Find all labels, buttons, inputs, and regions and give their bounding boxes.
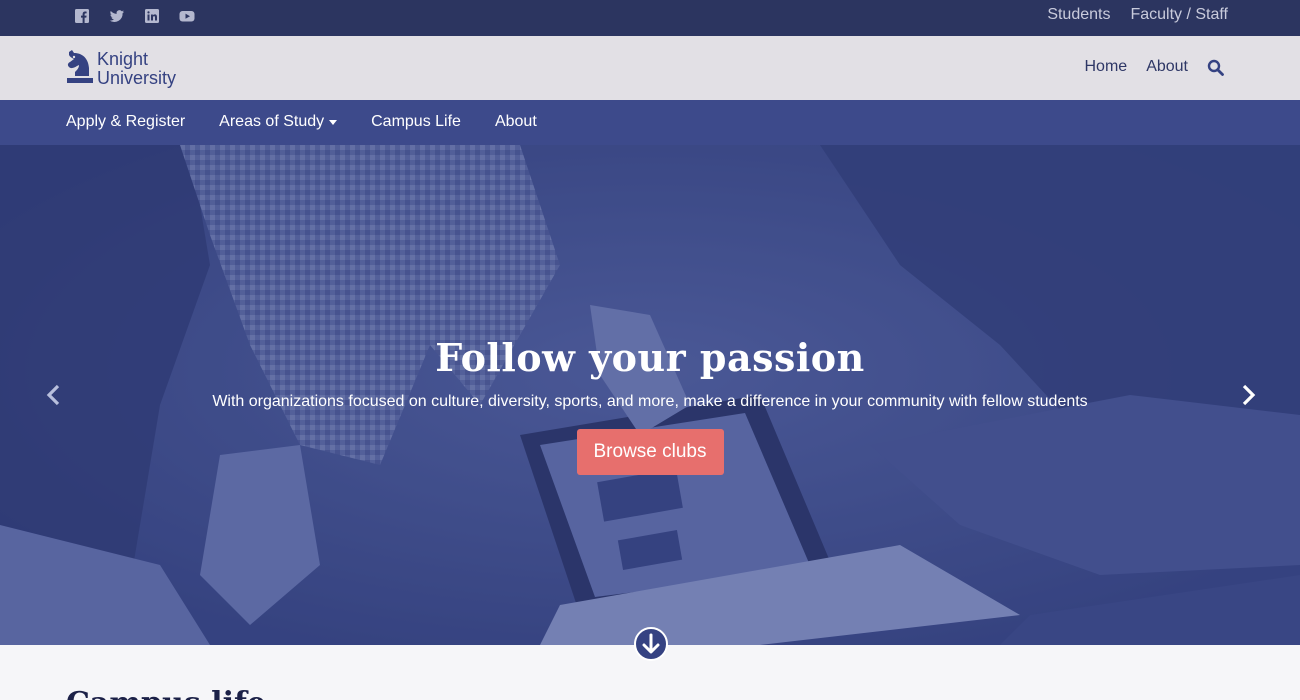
search-icon[interactable] — [1207, 59, 1224, 76]
main-nav: Apply & Register Areas of Study Campus L… — [0, 100, 1300, 145]
home-link[interactable]: Home — [1085, 58, 1128, 76]
brand-header: Knight University Home About — [0, 36, 1300, 100]
nav-about[interactable]: About — [495, 113, 537, 131]
utility-bar: Students Faculty / Staff — [0, 0, 1300, 36]
nav-areas-of-study[interactable]: Areas of Study — [219, 113, 338, 131]
section-title: Campus life — [66, 686, 266, 700]
knight-chess-icon — [67, 50, 93, 83]
logo-line-knight: Knight — [97, 49, 149, 69]
nav-label: Campus Life — [371, 113, 461, 130]
facebook-icon[interactable] — [74, 8, 90, 24]
audience-links: Students Faculty / Staff — [1047, 6, 1228, 24]
logo-wordmark: Knight University — [97, 50, 176, 88]
hero-subtitle: With organizations focused on culture, d… — [212, 393, 1088, 410]
nav-label: Areas of Study — [219, 113, 325, 130]
social-links — [74, 8, 195, 24]
about-link[interactable]: About — [1146, 58, 1188, 76]
twitter-icon[interactable] — [109, 8, 125, 24]
nav-campus-life[interactable]: Campus Life — [371, 113, 461, 131]
hero-caption: Follow your passion With organizations f… — [0, 335, 1300, 475]
browse-clubs-button[interactable]: Browse clubs — [576, 429, 724, 475]
main-nav-list: Apply & Register Areas of Study Campus L… — [66, 113, 537, 131]
youtube-icon[interactable] — [179, 8, 195, 24]
arrow-down-circle-icon[interactable] — [633, 626, 669, 662]
hero-carousel: Follow your passion With organizations f… — [0, 145, 1300, 645]
nav-apply-register[interactable]: Apply & Register — [66, 113, 185, 131]
nav-label: About — [494, 113, 537, 130]
header-nav: Home About — [1085, 58, 1225, 76]
hero-title: Follow your passion — [435, 335, 865, 380]
students-link[interactable]: Students — [1047, 6, 1110, 24]
faculty-staff-link[interactable]: Faculty / Staff — [1130, 6, 1228, 24]
caret-down-icon — [329, 120, 338, 125]
linkedin-icon[interactable] — [144, 8, 160, 24]
nav-label: Apply & Register — [66, 113, 186, 130]
logo-line-university: University — [97, 68, 177, 88]
university-logo[interactable]: Knight University — [66, 50, 176, 88]
